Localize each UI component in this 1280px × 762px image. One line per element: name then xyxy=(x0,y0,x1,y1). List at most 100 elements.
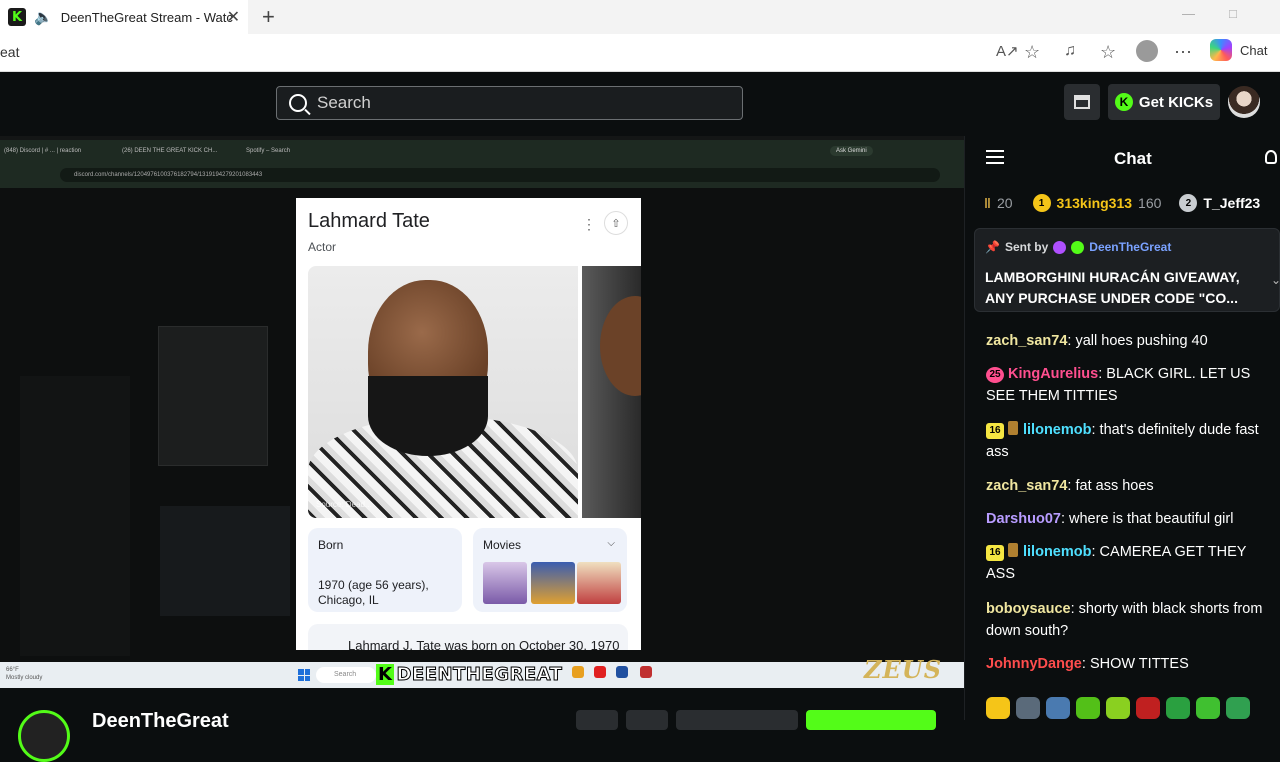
movie-poster xyxy=(483,562,527,604)
chat-users-icon[interactable] xyxy=(1265,150,1277,164)
chevron-down-icon[interactable]: ⌄ xyxy=(1271,273,1280,287)
youtube-icon xyxy=(594,666,606,678)
grid-icon xyxy=(1074,95,1090,109)
profile-avatar[interactable] xyxy=(1136,40,1158,62)
notification-button[interactable] xyxy=(626,710,668,730)
pinned-header: 📌 Sent by DeenTheGreat xyxy=(985,240,1171,254)
copilot-button[interactable]: Chat xyxy=(1210,39,1267,61)
pinned-message[interactable]: 📌 Sent by DeenTheGreat LAMBORGHINI HURAC… xyxy=(974,228,1280,312)
born-box: Born 1970 (age 56 years), Chicago, IL xyxy=(308,528,462,612)
inner-tab-2: (26) DEEN THE GREAT KICK CH... xyxy=(122,148,218,154)
speaker-icon[interactable]: 🔈 xyxy=(34,8,53,26)
emote-icon[interactable] xyxy=(1046,697,1070,719)
born-value: 1970 (age 56 years), Chicago, IL xyxy=(318,578,429,607)
emote-icon[interactable] xyxy=(1076,697,1100,719)
windows-start-icon xyxy=(298,669,310,681)
channel-avatar[interactable] xyxy=(18,710,70,762)
chat-message: zach_san74: yall hoes pushing 40 xyxy=(986,333,1208,349)
leaderboard-score: 20 xyxy=(996,195,1013,211)
tab-close-icon[interactable]: ✕ xyxy=(227,7,240,27)
movies-label: Movies xyxy=(483,538,522,552)
channel-name[interactable]: DeenTheGreat xyxy=(92,710,229,733)
emote-icon[interactable] xyxy=(986,697,1010,719)
sub-badge: 25 xyxy=(986,367,1004,383)
sub-badge: 16 xyxy=(986,545,1004,561)
emote-icon[interactable] xyxy=(1226,697,1250,719)
leaderboard-name[interactable]: 313king313 xyxy=(1057,195,1133,211)
user-avatar[interactable] xyxy=(1228,86,1260,118)
emote-icon[interactable] xyxy=(1136,697,1160,719)
get-kicks-button[interactable]: K Get KICKs xyxy=(1108,84,1220,120)
more-vert-icon: ⋮ xyxy=(582,216,596,232)
favorites-icon[interactable]: ☆ xyxy=(1100,42,1116,63)
collapse-chat-icon[interactable] xyxy=(986,150,1004,166)
search-icon xyxy=(289,94,307,112)
discord-image-thumb xyxy=(158,326,268,466)
new-tab-icon[interactable]: + xyxy=(262,4,275,30)
person-photo: Source: Dead... xyxy=(308,266,578,518)
chat-message: 16 lilonemob: that's definitely dude fast… xyxy=(986,421,1259,460)
movies-box: Movies ⌵ xyxy=(473,528,627,612)
weather-widget: 66°F Mostly cloudy xyxy=(6,667,43,681)
chat-message: 16 lilonemob: CAMEREA GET THEY ASS xyxy=(986,543,1247,582)
person-photo-secondary xyxy=(582,266,641,518)
more-menu-icon[interactable]: ⋯ xyxy=(1174,42,1192,63)
badge-icon xyxy=(1008,543,1018,557)
steam-icon xyxy=(616,666,628,678)
discord-embed xyxy=(160,506,290,616)
sub-badge: 16 xyxy=(986,423,1004,439)
read-aloud-icon[interactable]: A↗ xyxy=(996,42,1019,60)
gift-leaderboard: ‖ 20 1 313king313 160 2 T_Jeff23 xyxy=(984,192,1280,214)
chat-message: Darshuo07: where is that beautiful girl xyxy=(986,511,1234,527)
music-icon[interactable]: ♫ xyxy=(1064,42,1076,60)
streamer-browser-chrome: (848) Discord | # ... | reaction (26) DE… xyxy=(0,140,964,188)
browser-tab-active[interactable]: K 🔈 DeenTheGreat Stream - Watc ✕ xyxy=(0,0,248,34)
pinned-text: LAMBORGHINI HURACÁN GIVEAWAY, ANY PURCHA… xyxy=(985,269,1240,306)
url-text[interactable]: eat xyxy=(0,44,19,60)
copilot-label: Chat xyxy=(1240,42,1268,58)
favorite-star-icon[interactable]: ☆ xyxy=(1024,42,1040,63)
chat-message: 25 KingAurelius: BLACK GIRL. LET US SEE T… xyxy=(986,366,1251,404)
bio-snippet: Lahmard J. Tate was born on October 30, … xyxy=(308,624,628,650)
minimize-icon[interactable]: — xyxy=(1182,6,1195,21)
follow-button[interactable] xyxy=(806,710,936,730)
discord-channel-list xyxy=(20,376,130,656)
chrome-icon xyxy=(572,666,584,678)
subscribe-button[interactable] xyxy=(676,710,798,730)
emote-icon[interactable] xyxy=(1196,697,1220,719)
mic-badge-icon xyxy=(1053,240,1067,254)
sent-by-label: Sent by xyxy=(1004,240,1049,254)
browser-tab-bar: K 🔈 DeenTheGreat Stream - Watc ✕ + — □ xyxy=(0,0,1280,34)
person-role: Actor xyxy=(308,240,337,254)
leaderboard-name[interactable]: T_Jeff23 xyxy=(1203,195,1260,211)
copilot-icon xyxy=(1210,39,1232,61)
search-placeholder: Search xyxy=(317,93,371,112)
chat-message: zach_san74: fat ass hoes xyxy=(986,478,1154,494)
streamer-name-overlay: K DEENTHEGREAT xyxy=(376,663,563,685)
tab-title: DeenTheGreat Stream - Watc xyxy=(60,9,233,25)
emote-icon[interactable] xyxy=(1016,697,1040,719)
maximize-icon[interactable]: □ xyxy=(1229,6,1237,21)
leaderboard-score: 160 xyxy=(1138,195,1162,211)
photo-source: Source: Dead... xyxy=(316,500,372,509)
ask-gemini-button: Ask Gemini xyxy=(830,146,873,156)
verified-badge-icon xyxy=(1071,240,1085,254)
born-label: Born xyxy=(318,538,344,552)
share-icon: ⇧ xyxy=(604,211,628,235)
rank-badge: 2 xyxy=(1179,194,1198,212)
sponsor-logo: ZEUS xyxy=(864,655,943,684)
leaderboard-bars-icon: ‖ xyxy=(984,195,991,211)
pinned-sender[interactable]: DeenTheGreat xyxy=(1089,240,1171,254)
emote-icon[interactable] xyxy=(1166,697,1190,719)
emote-bar xyxy=(986,697,1250,719)
search-input[interactable]: Search xyxy=(276,86,743,120)
chat-message: JohnnyDange: SHOW TITTES xyxy=(986,656,1189,672)
browse-button[interactable] xyxy=(1064,84,1100,120)
gift-button[interactable] xyxy=(576,710,618,730)
pin-icon: 📌 xyxy=(985,240,1000,254)
knowledge-panel: Lahmard Tate Actor ⋮ ⇧ Source: Dead... B… xyxy=(296,198,641,650)
emote-icon[interactable] xyxy=(1106,697,1130,719)
chat-message: boboysauce: shorty with black shorts fro… xyxy=(986,601,1263,639)
address-bar: eat A↗ ☆ ♫ ☆ ⋯ xyxy=(0,34,1280,72)
get-kicks-label: Get KICKs xyxy=(1138,93,1214,111)
